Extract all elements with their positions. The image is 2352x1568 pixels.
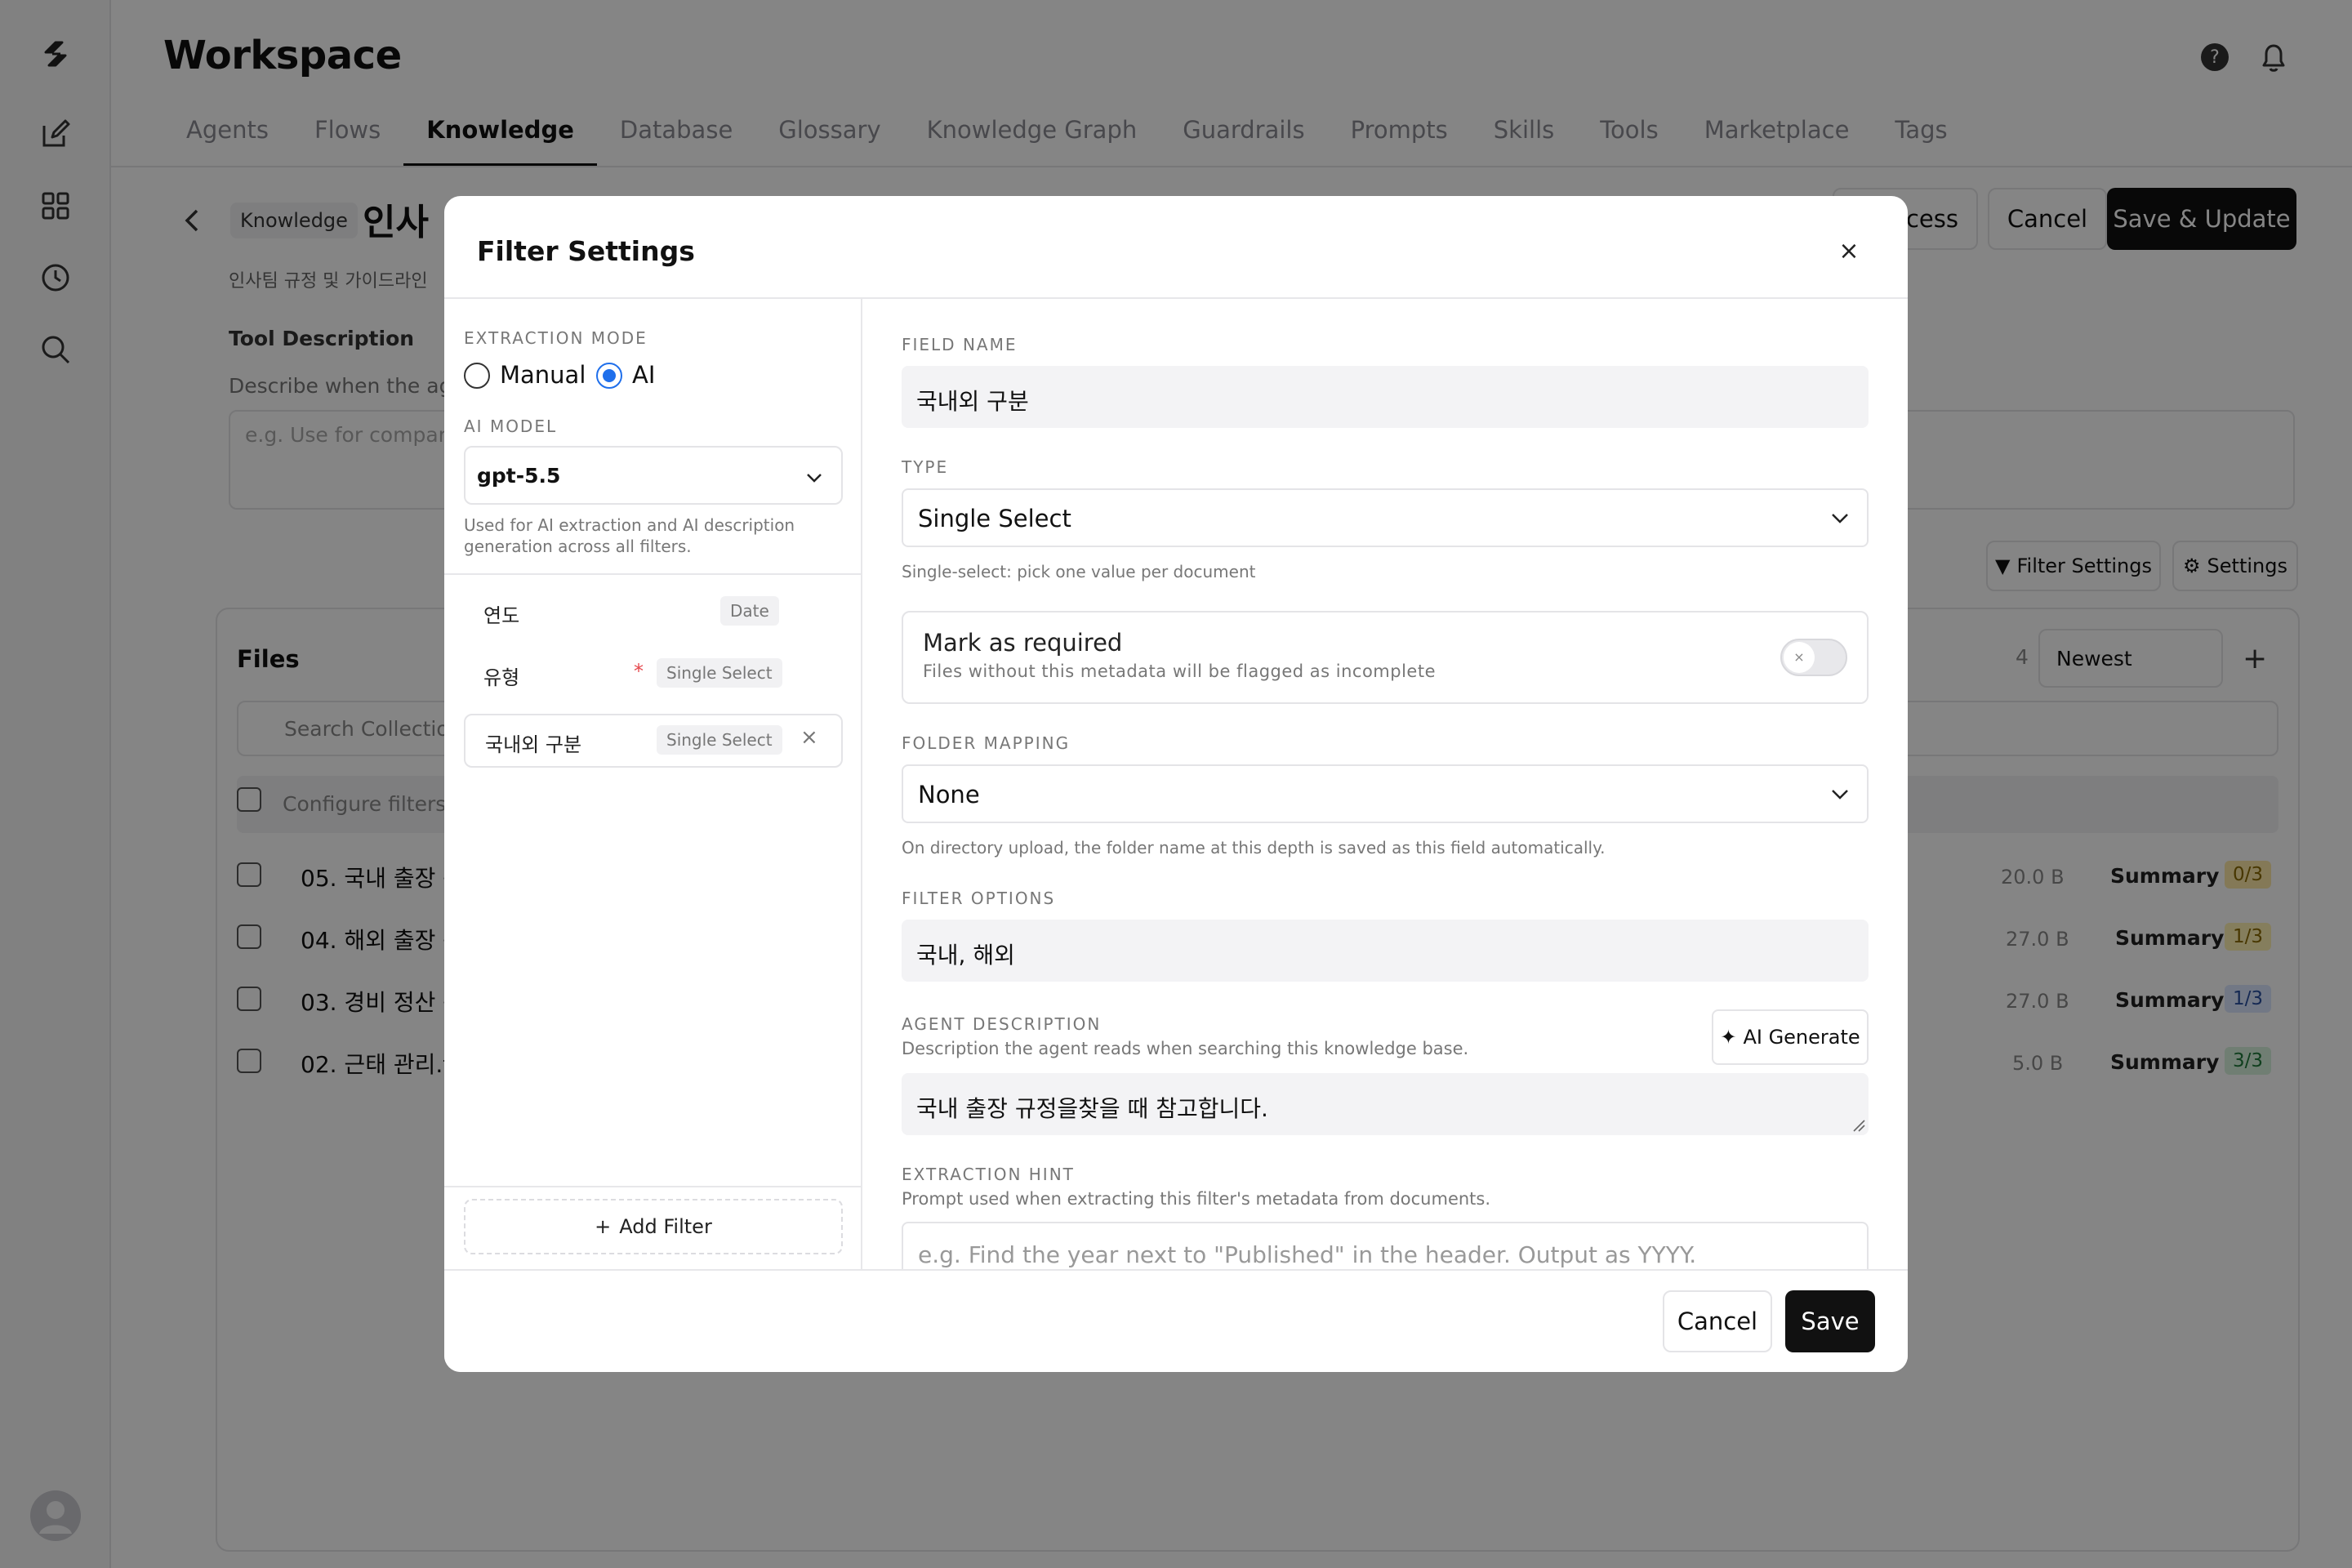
chevron-down-icon [1828, 506, 1852, 531]
filter-item-domestic-overseas[interactable]: 국내외 구분 Single Select × [464, 714, 843, 768]
sparkle-icon: ✦ [1720, 1026, 1737, 1049]
chevron-down-icon [1828, 782, 1852, 807]
ai-model-select[interactable]: gpt-5.5 [464, 446, 843, 505]
filter-type-badge: Single Select [657, 658, 782, 688]
header-divider [444, 297, 1908, 299]
type-help: Single-select: pick one value per docume… [902, 562, 1256, 581]
pane-divider [861, 299, 862, 1271]
remove-filter-icon[interactable]: × [800, 725, 818, 750]
add-filter-label: Add Filter [619, 1215, 712, 1238]
filter-type-badge: Single Select [657, 725, 782, 755]
filter-name: 국내외 구분 [485, 733, 582, 756]
filter-name: 유형 [483, 666, 520, 689]
filter-type-badge: Date [720, 596, 779, 626]
extraction-hint-label: EXTRACTION HINT [902, 1165, 1075, 1184]
agent-description-help: Description the agent reads when searchi… [902, 1039, 1469, 1058]
required-subtitle: Files without this metadata will be flag… [923, 662, 1437, 681]
mode-ai-label[interactable]: AI [632, 361, 655, 389]
agent-description-textarea[interactable]: 국내 출장 규정을찾을 때 참고합니다. [902, 1073, 1869, 1135]
chevron-down-icon [804, 467, 825, 488]
ai-model-help: Used for AI extraction and AI descriptio… [464, 515, 795, 556]
filter-settings-dialog: Filter Settings × EXTRACTION MODE Manual… [444, 196, 1908, 1372]
close-icon[interactable]: × [1833, 237, 1865, 270]
filter-options-input[interactable]: 국내, 해외 [902, 920, 1869, 982]
extraction-hint-help: Prompt used when extracting this filter'… [902, 1189, 1491, 1209]
ai-generate-label: AI Generate [1743, 1026, 1860, 1049]
plus-icon: + [595, 1215, 612, 1238]
ai-generate-button[interactable]: ✦ AI Generate [1712, 1009, 1869, 1065]
folder-mapping-select[interactable]: None [902, 764, 1869, 823]
filter-item-year[interactable]: 연도 Date [464, 585, 843, 639]
type-label: TYPE [902, 457, 949, 477]
field-name-label: FIELD NAME [902, 335, 1018, 354]
folder-mapping-label: FOLDER MAPPING [902, 733, 1071, 753]
filter-item-type[interactable]: 유형 * Single Select [464, 647, 843, 701]
required-title: Mark as required [923, 629, 1123, 657]
left-divider [444, 573, 861, 575]
mode-ai-radio[interactable] [596, 363, 622, 389]
extraction-mode-label: EXTRACTION MODE [464, 328, 648, 348]
filter-name: 연도 [483, 604, 520, 627]
resize-handle-icon[interactable] [1852, 1119, 1865, 1132]
dialog-title: Filter Settings [477, 235, 695, 267]
add-filter-button[interactable]: + Add Filter [464, 1199, 843, 1254]
required-indicator: * [634, 660, 644, 683]
footer-divider [444, 1269, 1908, 1271]
mode-manual-radio[interactable] [464, 363, 490, 389]
filter-options-label: FILTER OPTIONS [902, 889, 1056, 908]
folder-mapping-help: On directory upload, the folder name at … [902, 838, 1606, 858]
mode-manual-label[interactable]: Manual [500, 361, 586, 389]
left-footer-divider [444, 1186, 861, 1187]
type-select[interactable]: Single Select [902, 488, 1869, 547]
agent-description-label: AGENT DESCRIPTION [902, 1014, 1102, 1034]
toggle-knob: × [1784, 642, 1815, 673]
ai-model-label: AI MODEL [464, 416, 558, 436]
cancel-button[interactable]: Cancel [1663, 1290, 1772, 1352]
required-card [902, 611, 1869, 704]
field-name-input[interactable]: 국내외 구분 [902, 366, 1869, 428]
save-button[interactable]: Save [1785, 1290, 1875, 1352]
